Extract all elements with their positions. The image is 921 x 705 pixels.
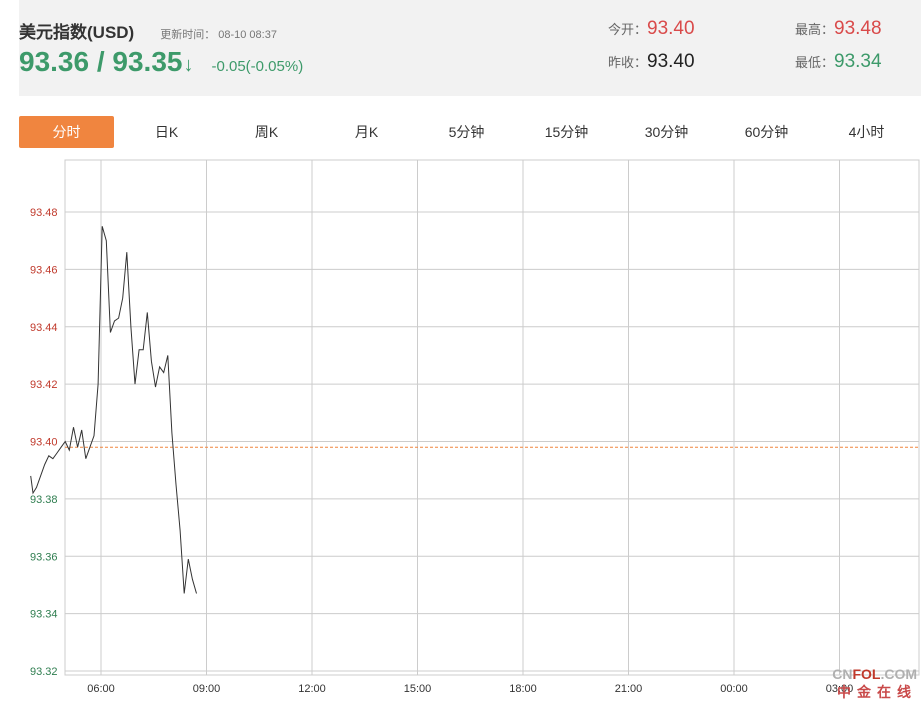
y-tick-label: 93.38	[30, 494, 58, 506]
tab-intraday[interactable]: 分时	[19, 116, 114, 148]
tab-weekly-k[interactable]: 周K	[219, 116, 314, 148]
prev-close-label: 昨收：	[608, 55, 648, 70]
y-tick-label: 93.46	[30, 264, 58, 276]
y-tick-label: 93.48	[30, 207, 58, 219]
chart-svg: 93.48 93.46 93.44 93.42 93.40 93.38 93.36 93.34…	[30, 159, 920, 695]
x-tick-label: 21:00	[615, 683, 643, 695]
update-time-label: 更新时间：	[160, 29, 216, 41]
y-tick-label: 93.44	[30, 322, 58, 334]
prev-close-value: 93.40	[647, 51, 695, 72]
period-tabs: 分时 日K 周K 月K 5分钟 15分钟 30分钟 60分钟 4小时	[19, 116, 919, 148]
y-tick-label: 93.32	[30, 666, 58, 678]
x-tick-label: 00:00	[720, 683, 748, 695]
low-stat: 最低： 93.34	[795, 51, 882, 73]
down-arrow-icon: ↓	[183, 54, 194, 76]
low-value: 93.34	[834, 51, 882, 72]
low-label: 最低：	[795, 55, 835, 70]
open-stat: 今开： 93.40	[608, 18, 695, 40]
x-tick-label: 03:00	[826, 683, 854, 695]
price-change: -0.05(-0.05%)	[211, 58, 304, 75]
tab-5min[interactable]: 5分钟	[419, 116, 514, 148]
y-tick-label: 93.40	[30, 437, 58, 449]
open-label: 今开：	[608, 22, 648, 37]
title-line: 美元指数(USD) 更新时间： 08-10 08:37	[19, 18, 277, 43]
plot-frame	[64, 159, 920, 676]
tab-60min[interactable]: 60分钟	[719, 116, 814, 148]
x-tick-label: 15:00	[404, 683, 432, 695]
tab-daily-k[interactable]: 日K	[119, 116, 214, 148]
x-tick-label: 09:00	[193, 683, 221, 695]
intraday-chart: 93.48 93.46 93.44 93.42 93.40 93.38 93.36 93.34…	[0, 152, 921, 705]
y-tick-label: 93.34	[30, 609, 58, 621]
tab-4hour[interactable]: 4小时	[819, 116, 914, 148]
x-tick-label: 18:00	[509, 683, 537, 695]
open-value: 93.40	[647, 18, 695, 39]
prev-close-stat: 昨收： 93.40	[608, 51, 695, 73]
price-line: 93.36 / 93.35 ↓ -0.05(-0.05%)	[19, 46, 303, 78]
tab-monthly-k[interactable]: 月K	[319, 116, 414, 148]
high-stat: 最高： 93.48	[795, 18, 882, 40]
current-price: 93.36 / 93.35	[19, 46, 183, 77]
tab-15min[interactable]: 15分钟	[519, 116, 614, 148]
y-tick-label: 93.36	[30, 551, 58, 563]
page-title: 美元指数(USD)	[19, 23, 135, 42]
tab-30min[interactable]: 30分钟	[619, 116, 714, 148]
y-tick-label: 93.42	[30, 379, 58, 391]
high-label: 最高：	[795, 22, 835, 37]
x-tick-label: 06:00	[87, 683, 115, 695]
update-time-value: 08-10 08:37	[218, 29, 277, 41]
high-value: 93.48	[834, 18, 882, 39]
x-tick-label: 12:00	[298, 683, 326, 695]
price-line	[30, 226, 197, 594]
